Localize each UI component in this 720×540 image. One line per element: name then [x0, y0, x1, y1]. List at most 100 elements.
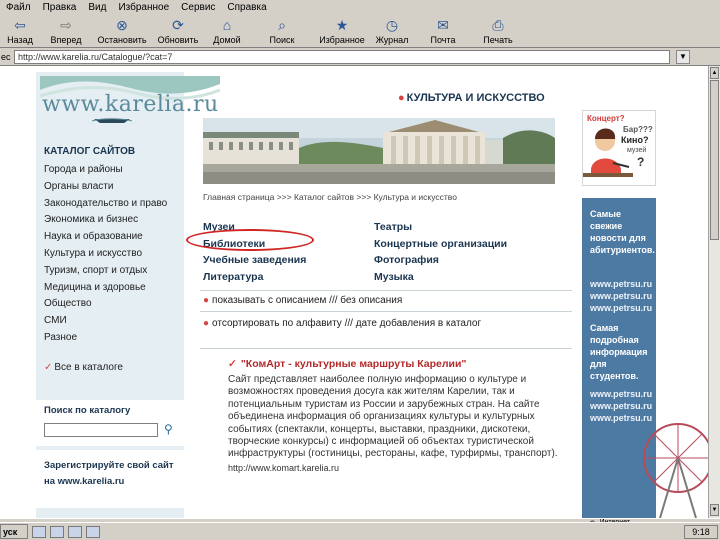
- sort-toggle-text: отсортировать по алфавиту /// дате добав…: [212, 318, 482, 329]
- search-submit-icon[interactable]: ⚲: [164, 422, 173, 436]
- petrsu-link[interactable]: www.petrsu.ru: [590, 400, 652, 412]
- start-button[interactable]: уск: [0, 524, 28, 539]
- catalog-title: КАТАЛОГ САЙТОВ: [44, 146, 136, 157]
- register-block[interactable]: Зарегистрируйте свой сайт на www.karelia…: [36, 450, 184, 508]
- ferris-wheel-icon: [643, 423, 708, 518]
- featured-site-url[interactable]: http://www.komart.karelia.ru: [228, 463, 558, 473]
- all-catalog-link[interactable]: ✓ Все в каталоге: [44, 362, 123, 373]
- section-title-text: КУЛЬТУРА И ИСКУССТВО: [406, 92, 545, 104]
- featured-site: ✓ "КомАрт - культурные маршруты Карелии" …: [228, 358, 558, 473]
- page-viewport: www.karelia.ru КАТАЛОГ САЙТОВ Города и р…: [0, 66, 708, 518]
- search-button[interactable]: ⌕ Поиск: [250, 15, 314, 47]
- divider: [200, 311, 572, 312]
- scroll-down-icon[interactable]: ▼: [710, 504, 719, 516]
- catalog-item[interactable]: Общество: [44, 296, 167, 313]
- featured-site-title[interactable]: ✓ "КомАрт - культурные маршруты Карелии": [228, 358, 558, 370]
- history-button[interactable]: ◷ Журнал: [370, 15, 414, 47]
- mail-icon: ✉: [437, 16, 449, 33]
- back-button[interactable]: ⇦ Назад: [0, 15, 40, 47]
- description-toggle[interactable]: ● показывать с описанием /// без описания: [203, 295, 402, 306]
- favorites-label: Избранное: [319, 35, 365, 45]
- applicants-news[interactable]: Самые свежие новости для абитуриентов.: [590, 208, 655, 256]
- subcategory-link[interactable]: Музыка: [374, 269, 507, 286]
- scroll-thumb[interactable]: [710, 80, 719, 240]
- menu-file[interactable]: Файл: [0, 2, 37, 13]
- promo-concert: Концерт?: [587, 114, 625, 123]
- catalog-item[interactable]: Медицина и здоровье: [44, 280, 167, 297]
- petrsu-link[interactable]: www.petrsu.ru: [590, 290, 652, 302]
- featured-site-title-text: "КомАрт - культурные маршруты Карелии": [240, 358, 467, 370]
- catalog-list: Города и районы Органы власти Законодате…: [44, 162, 167, 347]
- address-dropdown[interactable]: ▼: [676, 49, 690, 64]
- catalog-item[interactable]: Города и районы: [44, 162, 167, 179]
- promo-banner[interactable]: Концерт? Бар??? Кино? музей ?: [582, 110, 656, 186]
- checkmark-icon: ✓: [44, 362, 53, 373]
- print-button[interactable]: ⎙ Печать: [472, 15, 524, 47]
- catalog-item[interactable]: Культура и искусство: [44, 246, 167, 263]
- subcategory-link[interactable]: Учебные заведения: [203, 252, 306, 269]
- menu-tools[interactable]: Сервис: [175, 2, 221, 13]
- sort-toggle[interactable]: ● отсортировать по алфавиту /// дате доба…: [203, 318, 513, 330]
- subcategory-link[interactable]: Концертные организации: [374, 236, 507, 253]
- petrsu-link[interactable]: www.petrsu.ru: [590, 388, 652, 400]
- petrsu-link[interactable]: www.petrsu.ru: [590, 302, 652, 314]
- menu-edit[interactable]: Правка: [37, 2, 83, 13]
- catalog-search-title: Поиск по каталогу: [44, 405, 131, 416]
- vertical-scrollbar[interactable]: ▲ ▼: [708, 66, 720, 518]
- catalog-item[interactable]: Законодательство и право: [44, 196, 167, 213]
- boat-icon: [92, 118, 132, 123]
- favorites-button[interactable]: ★ Избранное: [314, 15, 370, 47]
- red-highlight-ellipse: [186, 229, 314, 251]
- browser-icon[interactable]: [50, 525, 64, 538]
- menu-help[interactable]: Справка: [221, 2, 272, 13]
- promo-question: ?: [637, 155, 645, 169]
- catalog-item[interactable]: Органы власти: [44, 179, 167, 196]
- taskbar: уск 9:18: [0, 522, 720, 540]
- menu-view[interactable]: Вид: [82, 2, 112, 13]
- history-icon: ◷: [385, 16, 399, 33]
- favorites-icon: ★: [335, 16, 349, 33]
- forward-button[interactable]: ⇨ Вперед: [40, 15, 92, 47]
- desktop-icon[interactable]: [32, 525, 46, 538]
- subcategory-link[interactable]: Театры: [374, 219, 507, 236]
- promo-cinema: Кино?: [621, 135, 649, 145]
- bullet-icon: ●: [203, 295, 210, 306]
- catalog-item[interactable]: Экономика и бизнес: [44, 212, 167, 229]
- mail-button[interactable]: ✉ Почта: [414, 15, 472, 47]
- home-button[interactable]: ⌂ Домой: [204, 15, 250, 47]
- site-logo[interactable]: www.karelia.ru: [40, 76, 220, 126]
- toolbar: ⇦ Назад ⇨ Вперед ⊗ Остановить ⟳ Обновить…: [0, 14, 720, 48]
- catalog-search-input[interactable]: [44, 423, 158, 437]
- bullet-icon: ●: [203, 318, 210, 329]
- menu-favorites[interactable]: Избранное: [112, 2, 175, 13]
- description-toggle-text: показывать с описанием /// без описания: [212, 295, 403, 306]
- subcategory-link[interactable]: Фотография: [374, 252, 507, 269]
- refresh-button[interactable]: ⟳ Обновить: [152, 15, 204, 47]
- home-label: Домой: [213, 35, 241, 45]
- explorer-icon[interactable]: [68, 525, 82, 538]
- catalog-item[interactable]: Разное: [44, 330, 167, 347]
- subcategory-link[interactable]: Литература: [203, 269, 306, 286]
- search-icon: ⌕: [278, 16, 286, 33]
- divider: [200, 348, 572, 349]
- bullet-icon: ●: [398, 92, 405, 104]
- history-label: Журнал: [375, 35, 409, 45]
- forward-arrow-icon: ⇨: [60, 16, 72, 33]
- catalog-item[interactable]: Туризм, спорт и отдых: [44, 263, 167, 280]
- address-label: ес: [1, 51, 11, 62]
- stop-button[interactable]: ⊗ Остановить: [92, 15, 152, 47]
- stop-label: Остановить: [97, 35, 147, 45]
- petrsu-link[interactable]: www.petrsu.ru: [590, 278, 652, 290]
- forward-label: Вперед: [50, 35, 82, 45]
- menu-bar: Файл Правка Вид Избранное Сервис Справка: [0, 0, 720, 14]
- address-input[interactable]: http://www.karelia.ru/Catalogue/?cat=7: [14, 49, 670, 64]
- catalog-item[interactable]: СМИ: [44, 313, 167, 330]
- register-title: Зарегистрируйте свой сайт на www.karelia…: [44, 460, 174, 487]
- scroll-up-icon[interactable]: ▲: [710, 67, 719, 79]
- students-info[interactable]: Самая подробная информация для студентов…: [590, 322, 652, 382]
- divider: [200, 290, 572, 291]
- refresh-icon: ⟳: [172, 16, 184, 33]
- player-icon[interactable]: [86, 525, 100, 538]
- breadcrumb[interactable]: Главная страница >>> Каталог сайтов >>> …: [203, 192, 457, 202]
- catalog-item[interactable]: Наука и образование: [44, 229, 167, 246]
